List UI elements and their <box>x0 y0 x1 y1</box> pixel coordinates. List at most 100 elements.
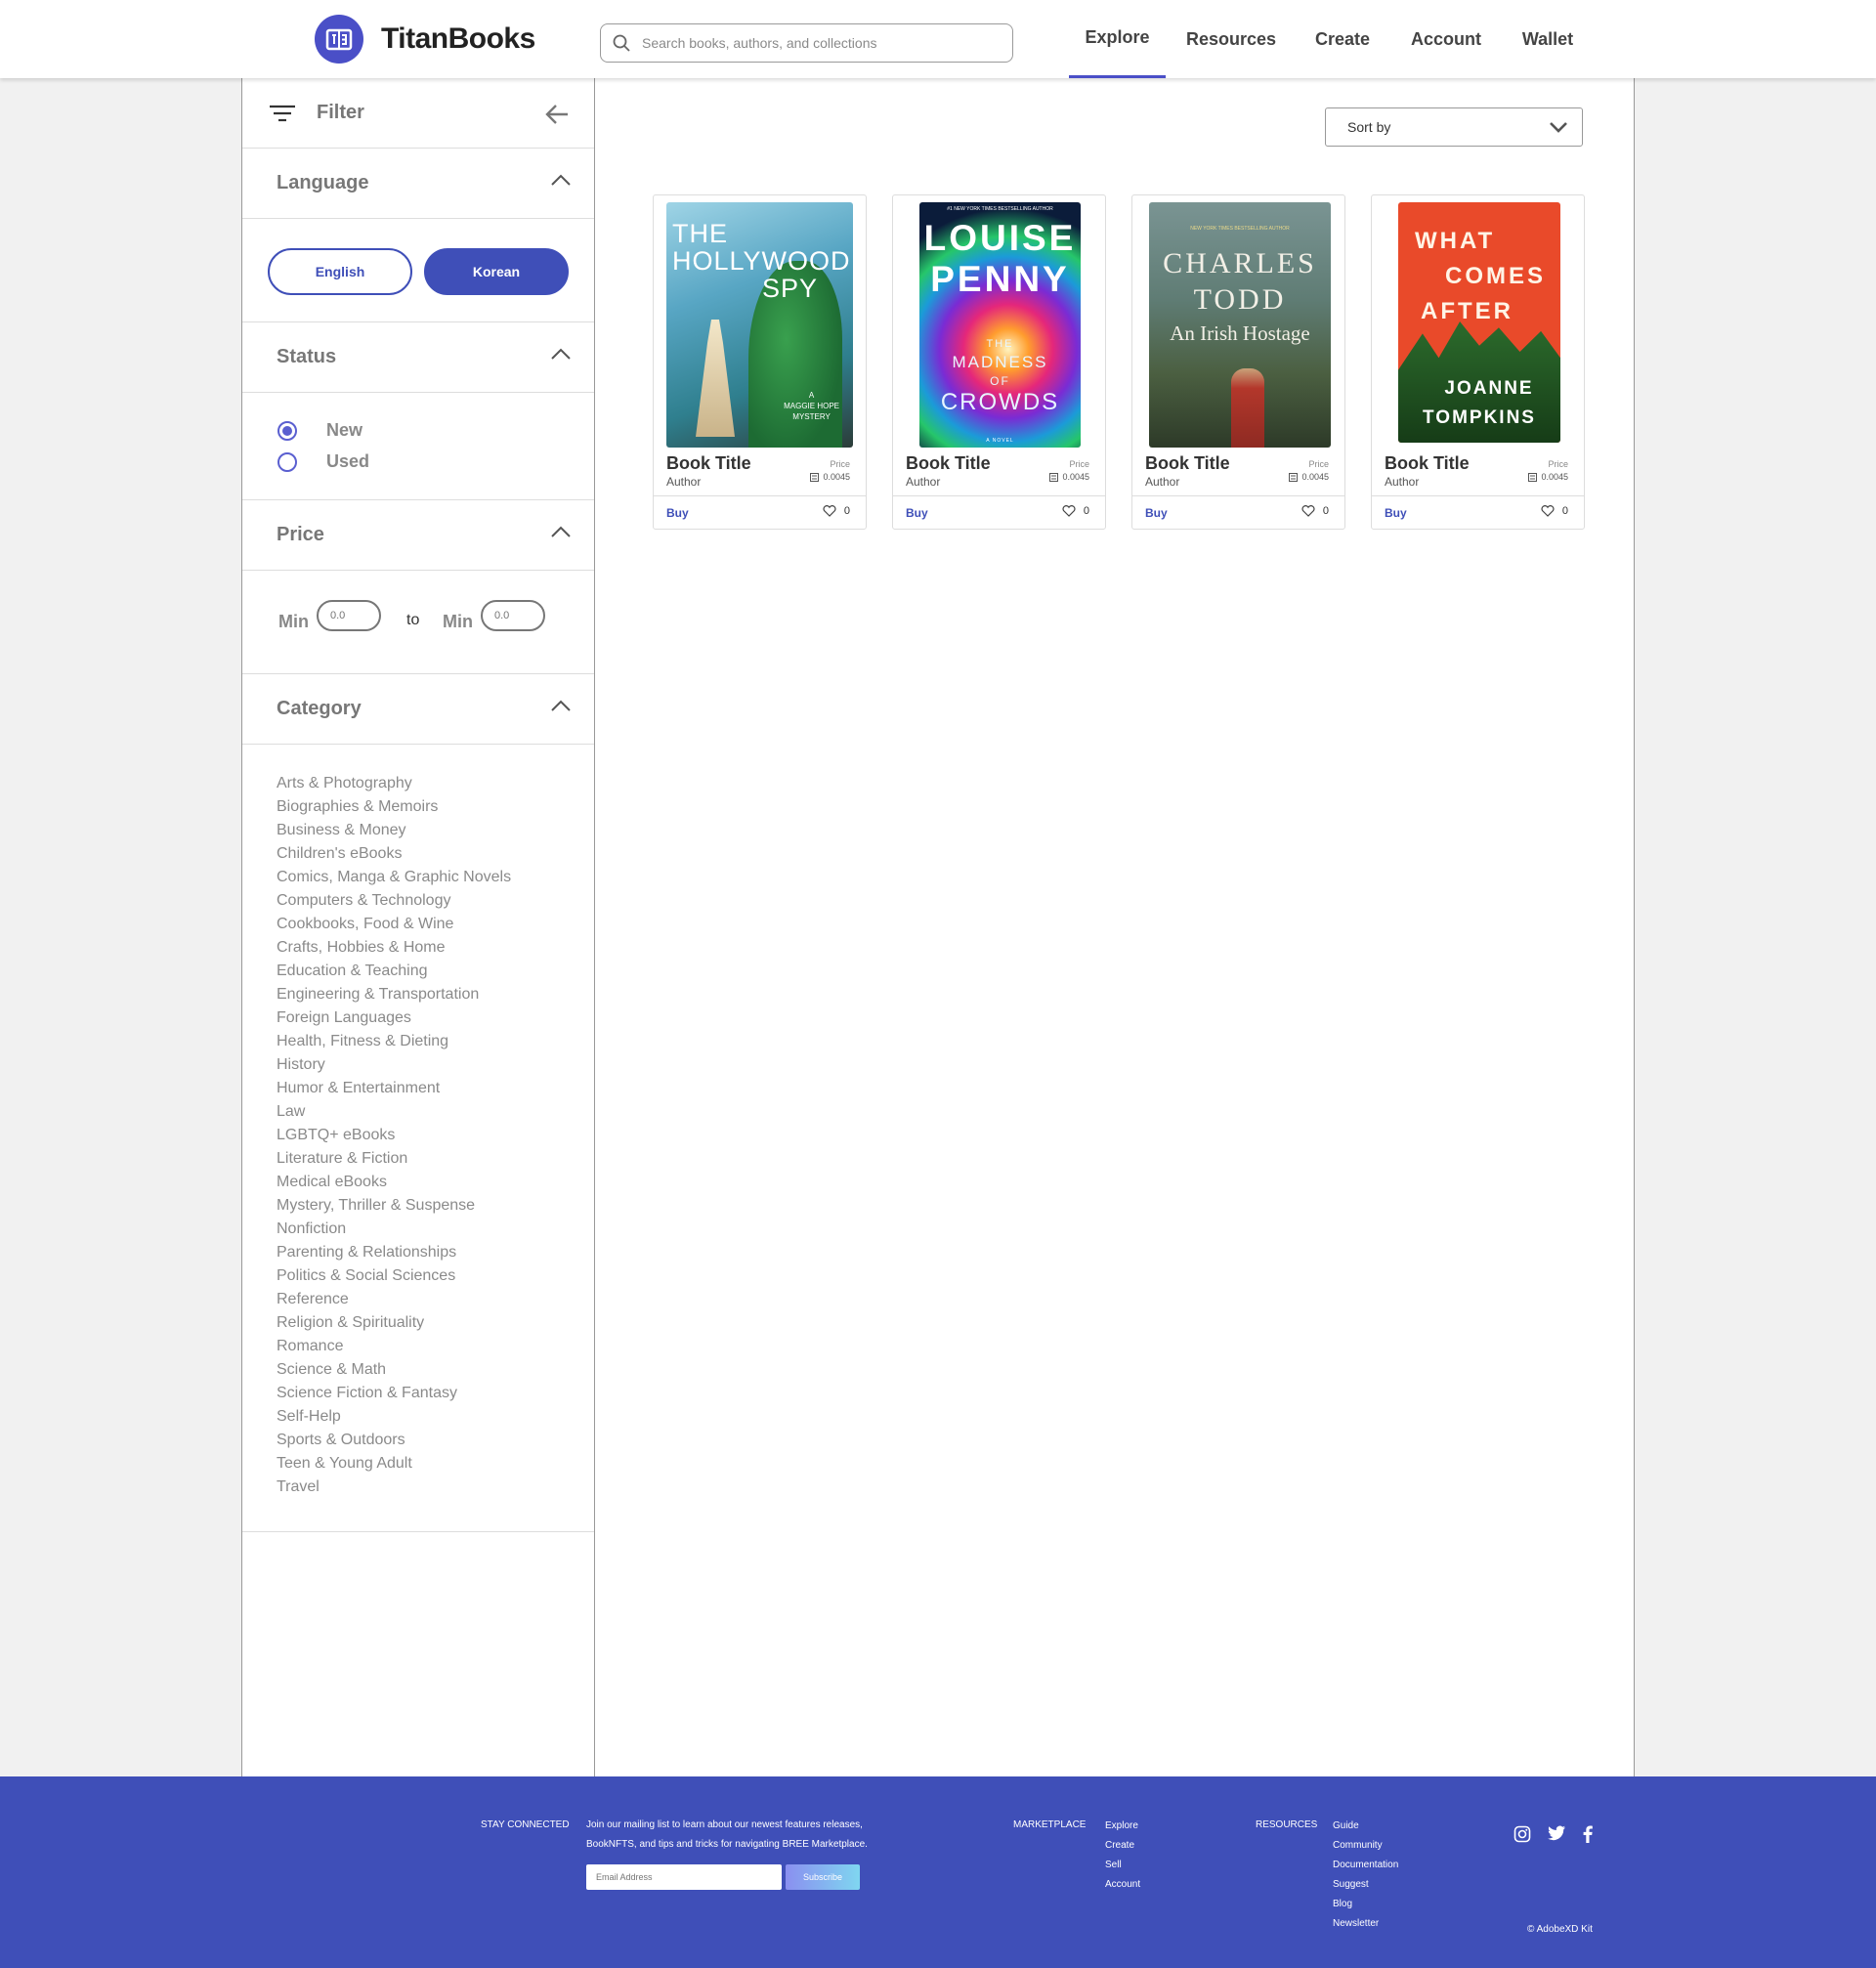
filter-sidebar: Filter Language English Korean Status Ne… <box>241 78 595 1776</box>
brand-logo[interactable]: TitanBooks <box>315 15 535 64</box>
book-card[interactable]: WHAT COMES AFTER JOANNE TOMPKINS Book Ti… <box>1371 194 1585 530</box>
facebook-icon[interactable] <box>1583 1825 1593 1843</box>
category-item[interactable]: LGBTQ+ eBooks <box>277 1124 594 1147</box>
category-item[interactable]: Business & Money <box>277 819 594 842</box>
footer-link-community[interactable]: Community <box>1333 1840 1383 1851</box>
filter-icon[interactable] <box>270 104 295 123</box>
category-item[interactable]: Romance <box>277 1335 594 1358</box>
book-author[interactable]: Author <box>666 475 701 489</box>
buy-button[interactable]: Buy <box>1145 506 1168 520</box>
book-cover-image[interactable]: WHAT COMES AFTER JOANNE TOMPKINS <box>1398 202 1560 443</box>
nav-wallet[interactable]: Wallet <box>1513 0 1583 78</box>
book-author[interactable]: Author <box>906 475 940 489</box>
footer-link-guide[interactable]: Guide <box>1333 1820 1359 1831</box>
category-item[interactable]: Self-Help <box>277 1405 594 1429</box>
category-item[interactable]: Sports & Outdoors <box>277 1429 594 1452</box>
category-item[interactable]: Health, Fitness & Dieting <box>277 1030 594 1053</box>
chevron-up-icon[interactable] <box>551 700 571 711</box>
book-cover-image[interactable]: THE HOLLYWOOD SPY A MAGGIE HOPE MYSTERY <box>666 202 853 448</box>
like-button[interactable]: 0 <box>823 505 850 517</box>
price-max-input[interactable] <box>481 600 545 631</box>
price-min-input[interactable] <box>317 600 381 631</box>
book-cover-image[interactable]: #1 NEW YORK TIMES BESTSELLING AUTHOR LOU… <box>919 202 1081 448</box>
category-item[interactable]: Science & Math <box>277 1358 594 1382</box>
search-input[interactable] <box>642 35 994 51</box>
category-item[interactable]: Biographies & Memoirs <box>277 795 594 819</box>
nav-create[interactable]: Create <box>1305 0 1380 78</box>
like-button[interactable]: 0 <box>1062 505 1089 517</box>
language-options: English Korean <box>242 219 594 322</box>
category-item[interactable]: Children's eBooks <box>277 842 594 866</box>
price-section-header[interactable]: Price <box>242 500 594 571</box>
buy-button[interactable]: Buy <box>1385 506 1407 520</box>
category-item[interactable]: Nonfiction <box>277 1218 594 1241</box>
footer-link-account[interactable]: Account <box>1105 1879 1140 1890</box>
subscribe-button[interactable]: Subscribe <box>786 1864 860 1890</box>
book-title[interactable]: Book Title <box>906 453 991 474</box>
category-item[interactable]: Science Fiction & Fantasy <box>277 1382 594 1405</box>
search-bar[interactable] <box>600 23 1013 63</box>
book-cover-image[interactable]: NEW YORK TIMES BESTSELLING AUTHOR CHARLE… <box>1149 202 1331 448</box>
sort-dropdown[interactable]: Sort by <box>1325 107 1583 147</box>
category-item[interactable]: Mystery, Thriller & Suspense <box>277 1194 594 1218</box>
book-author[interactable]: Author <box>1145 475 1179 489</box>
category-item[interactable]: Education & Teaching <box>277 960 594 983</box>
category-item[interactable]: History <box>277 1053 594 1077</box>
category-item[interactable]: Foreign Languages <box>277 1006 594 1030</box>
chevron-up-icon[interactable] <box>551 526 571 537</box>
category-item[interactable]: Comics, Manga & Graphic Novels <box>277 866 594 889</box>
status-used-option[interactable]: Used <box>277 451 369 472</box>
book-card[interactable]: THE HOLLYWOOD SPY A MAGGIE HOPE MYSTERY … <box>653 194 867 530</box>
book-card[interactable]: #1 NEW YORK TIMES BESTSELLING AUTHOR LOU… <box>892 194 1106 530</box>
footer-link-explore[interactable]: Explore <box>1105 1820 1138 1831</box>
nav-account[interactable]: Account <box>1399 0 1493 78</box>
category-section-header[interactable]: Category <box>242 674 594 745</box>
book-title[interactable]: Book Title <box>1385 453 1470 474</box>
category-item[interactable]: Parenting & Relationships <box>277 1241 594 1264</box>
category-item[interactable]: Literature & Fiction <box>277 1147 594 1171</box>
language-korean-button[interactable]: Korean <box>424 248 569 295</box>
category-item[interactable]: Law <box>277 1100 594 1124</box>
footer-link-sell[interactable]: Sell <box>1105 1860 1122 1870</box>
book-card[interactable]: NEW YORK TIMES BESTSELLING AUTHOR CHARLE… <box>1131 194 1345 530</box>
category-item[interactable]: Medical eBooks <box>277 1171 594 1194</box>
buy-button[interactable]: Buy <box>906 506 928 520</box>
buy-button[interactable]: Buy <box>666 506 689 520</box>
category-item[interactable]: Reference <box>277 1288 594 1311</box>
nav-explore[interactable]: Explore <box>1069 0 1166 78</box>
category-item[interactable]: Crafts, Hobbies & Home <box>277 936 594 960</box>
chevron-up-icon[interactable] <box>551 174 571 186</box>
chevron-up-icon[interactable] <box>551 348 571 360</box>
status-section-header[interactable]: Status <box>242 322 594 393</box>
book-title[interactable]: Book Title <box>666 453 751 474</box>
instagram-icon[interactable] <box>1514 1825 1531 1843</box>
category-item[interactable]: Politics & Social Sciences <box>277 1264 594 1288</box>
category-item[interactable]: Cookbooks, Food & Wine <box>277 913 594 936</box>
category-item[interactable]: Travel <box>277 1476 594 1499</box>
footer-link-suggest[interactable]: Suggest <box>1333 1879 1369 1890</box>
category-item[interactable]: Humor & Entertainment <box>277 1077 594 1100</box>
email-input[interactable] <box>586 1864 782 1890</box>
twitter-icon[interactable] <box>1548 1825 1566 1842</box>
arrow-left-icon[interactable] <box>545 104 569 125</box>
footer-link-blog[interactable]: Blog <box>1333 1899 1352 1909</box>
like-button[interactable]: 0 <box>1301 505 1329 517</box>
category-item[interactable]: Teen & Young Adult <box>277 1452 594 1476</box>
footer-link-create[interactable]: Create <box>1105 1840 1134 1851</box>
category-item[interactable]: Computers & Technology <box>277 889 594 913</box>
language-english-button[interactable]: English <box>268 248 412 295</box>
footer-link-newsletter[interactable]: Newsletter <box>1333 1918 1379 1929</box>
category-item[interactable]: Arts & Photography <box>277 772 594 795</box>
category-item[interactable]: Religion & Spirituality <box>277 1311 594 1335</box>
language-section-header[interactable]: Language <box>242 149 594 219</box>
radio-new[interactable] <box>277 420 297 441</box>
category-item[interactable]: Engineering & Transportation <box>277 983 594 1006</box>
status-new-option[interactable]: New <box>277 420 362 441</box>
radio-used[interactable] <box>277 451 297 472</box>
book-title[interactable]: Book Title <box>1145 453 1230 474</box>
book-author[interactable]: Author <box>1385 475 1419 489</box>
like-button[interactable]: 0 <box>1541 505 1568 517</box>
footer-link-documentation[interactable]: Documentation <box>1333 1860 1398 1870</box>
nav-resources[interactable]: Resources <box>1177 0 1285 78</box>
cover-title-line: CROWDS <box>940 389 1060 415</box>
